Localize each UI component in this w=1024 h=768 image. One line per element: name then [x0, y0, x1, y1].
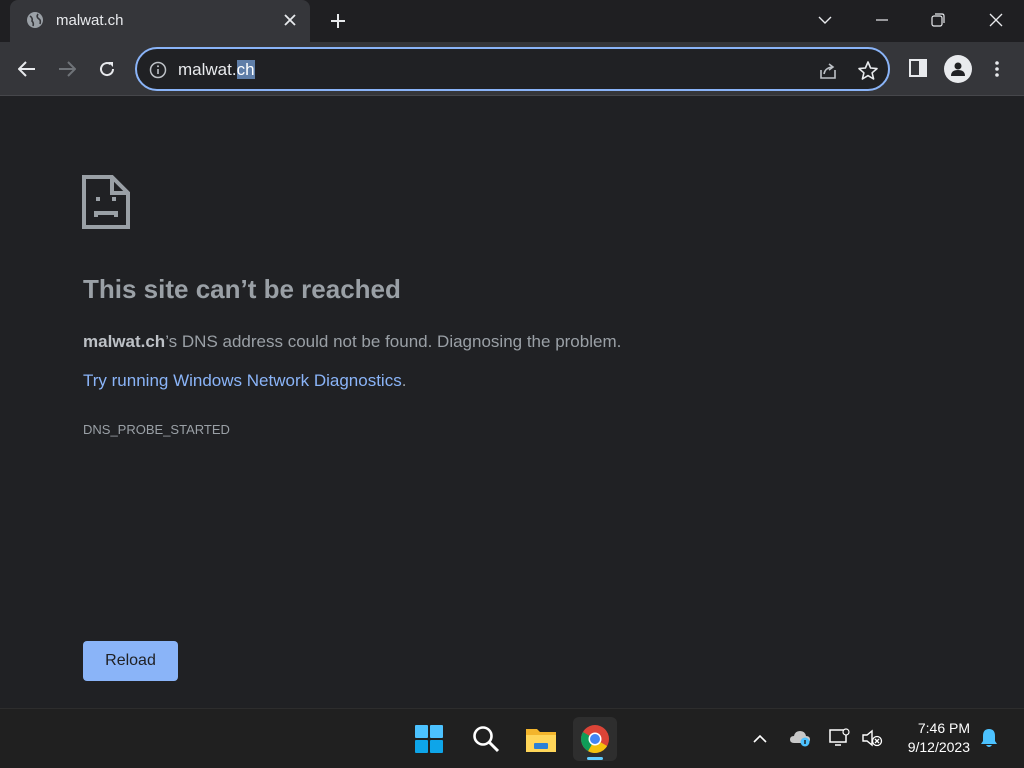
chrome-icon	[581, 725, 609, 753]
network-icon	[829, 728, 850, 746]
bookmark-star-icon[interactable]	[857, 60, 879, 82]
show-hidden-icons-button[interactable]	[749, 727, 771, 749]
clock-time: 7:46 PM	[917, 720, 970, 736]
error-description-text: ’s DNS address could not be found. Diagn…	[165, 332, 622, 351]
bell-icon	[981, 729, 997, 747]
url-text-plain: malwat.	[178, 60, 237, 79]
active-app-indicator	[587, 757, 603, 760]
side-panel-button[interactable]	[905, 55, 931, 81]
url-text[interactable]: malwat.ch	[178, 60, 255, 80]
tab-strip: malwat.ch	[0, 0, 1024, 42]
chrome-menu-button[interactable]	[986, 55, 1008, 83]
refresh-icon	[100, 62, 115, 77]
reload-button[interactable]: Reload	[83, 641, 178, 681]
arrow-right-icon	[59, 61, 76, 77]
close-icon	[989, 13, 1003, 27]
close-window-button[interactable]	[981, 6, 1011, 34]
clock-date: 9/12/2023	[907, 739, 970, 755]
search-button[interactable]	[464, 717, 508, 761]
search-icon	[473, 726, 500, 753]
notifications-button[interactable]	[978, 727, 1000, 749]
windows-logo-icon	[415, 725, 443, 753]
plus-icon	[331, 14, 345, 28]
back-button[interactable]	[13, 55, 41, 83]
tab-search-button[interactable]	[810, 6, 840, 34]
url-text-selected: ch	[236, 60, 255, 79]
minimize-icon	[876, 19, 888, 21]
profile-button[interactable]	[944, 55, 972, 83]
error-hostname: malwat.ch	[83, 332, 166, 351]
new-tab-button[interactable]	[326, 9, 350, 33]
reload-toolbar-button[interactable]	[93, 55, 121, 83]
chrome-taskbar-button[interactable]	[573, 717, 617, 761]
share-icon[interactable]	[817, 60, 839, 82]
sad-document-icon	[82, 175, 130, 229]
diagnostics-line: Try running Windows Network Diagnostics.	[83, 371, 406, 391]
system-clock[interactable]: 7:46 PM 9/12/2023	[894, 719, 970, 757]
folder-icon	[526, 729, 556, 752]
error-code: DNS_PROBE_STARTED	[83, 422, 230, 437]
side-panel-icon	[909, 59, 927, 77]
taskbar: 7:46 PM 9/12/2023	[0, 708, 1024, 768]
volume-tray-icon[interactable]	[861, 727, 883, 749]
error-page: This site can’t be reached malwat.ch’s D…	[0, 96, 1024, 708]
diagnostics-period: .	[401, 371, 407, 390]
start-button[interactable]	[407, 717, 451, 761]
three-dots-vertical-icon	[995, 61, 999, 77]
cloud-icon	[790, 731, 810, 747]
network-diagnostics-link[interactable]: Try running Windows Network Diagnostics	[83, 371, 402, 390]
chevron-down-icon	[818, 16, 832, 24]
error-heading: This site can’t be reached	[83, 274, 401, 304]
error-description: malwat.ch’s DNS address could not be fou…	[83, 332, 621, 352]
restore-icon	[931, 13, 945, 27]
globe-icon	[27, 12, 43, 28]
forward-button[interactable]	[53, 55, 81, 83]
arrow-left-icon	[18, 61, 35, 77]
address-bar[interactable]: malwat.ch	[135, 47, 890, 91]
speaker-muted-icon	[862, 729, 883, 747]
browser-tab[interactable]: malwat.ch	[10, 0, 310, 42]
restore-button[interactable]	[923, 6, 953, 34]
info-icon[interactable]	[149, 61, 167, 79]
person-icon	[951, 62, 965, 76]
minimize-button[interactable]	[867, 6, 897, 34]
toolbar: malwat.ch	[0, 42, 1024, 96]
onedrive-tray-icon[interactable]	[789, 727, 811, 749]
chevron-up-icon	[753, 734, 767, 743]
close-tab-button[interactable]	[280, 10, 300, 30]
tab-title: malwat.ch	[56, 12, 124, 29]
close-icon	[284, 14, 296, 26]
network-tray-icon[interactable]	[829, 727, 851, 749]
file-explorer-button[interactable]	[519, 717, 563, 761]
